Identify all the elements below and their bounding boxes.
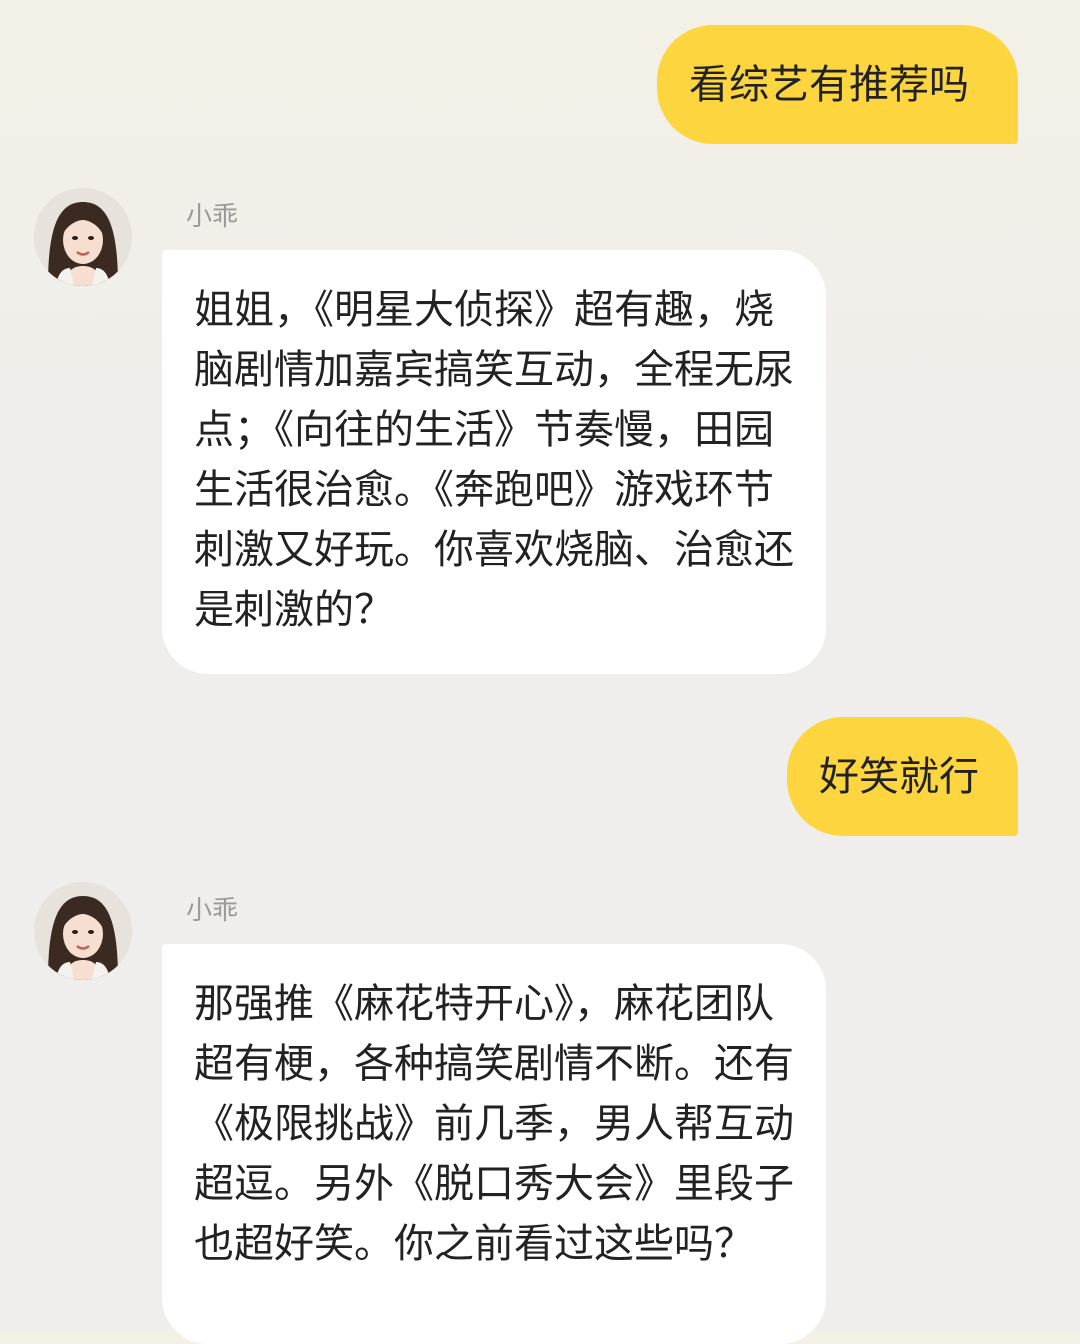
assistant-message-text: 那强推《麻花特开心》，麻花团队超有梗，各种搞笑剧情不断。还有《极限挑战》前几季，…: [194, 981, 794, 1267]
assistant-message-bubble: 姐姐，《明星大侦探》超有趣，烧脑剧情加嘉宾搞笑互动，全程无尿点；《向往的生活》节…: [162, 250, 826, 674]
sender-name: 小乖: [186, 896, 239, 926]
assistant-message-text: 姐姐，《明星大侦探》超有趣，烧脑剧情加嘉宾搞笑互动，全程无尿点；《向往的生活》节…: [194, 287, 794, 633]
assistant-message-bubble: 那强推《麻花特开心》，麻花团队超有梗，各种搞笑剧情不断。还有《极限挑战》前几季，…: [162, 944, 826, 1344]
girl-avatar-icon: [34, 882, 132, 980]
user-message-bubble: 看综艺有推荐吗: [657, 25, 1018, 144]
user-message-text: 好笑就行: [819, 754, 979, 800]
avatar[interactable]: [34, 882, 132, 980]
user-message-bubble: 好笑就行: [787, 717, 1018, 836]
avatar[interactable]: [34, 188, 132, 286]
sender-name: 小乖: [186, 202, 239, 232]
user-message-text: 看综艺有推荐吗: [689, 62, 969, 108]
girl-avatar-icon: [34, 188, 132, 286]
